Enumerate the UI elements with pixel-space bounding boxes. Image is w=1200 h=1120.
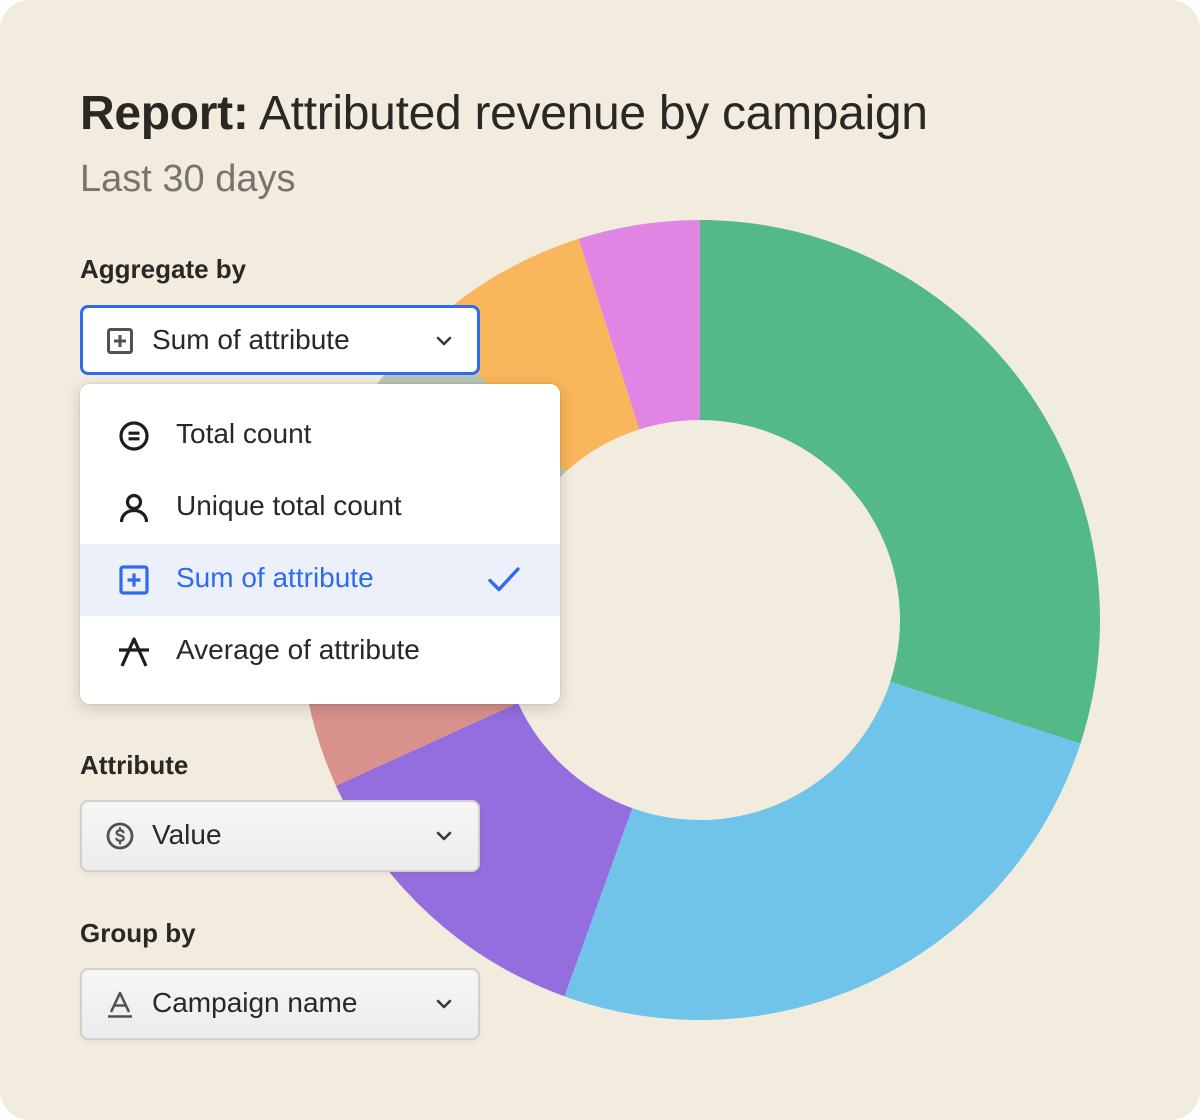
plus-square-icon: [107, 328, 133, 354]
aggregate-label: Aggregate by: [80, 254, 247, 284]
text-a-icon: [108, 991, 132, 1018]
chevron-down-icon: [436, 336, 452, 346]
option-label: Sum of attribute: [176, 562, 374, 593]
checkmark-icon: [488, 567, 520, 592]
title-prefix: Report:: [80, 87, 249, 140]
option-average-of-attribute[interactable]: Average of attribute: [80, 616, 560, 688]
report-card: Report: Attributed revenue by campaign L…: [0, 0, 1200, 1120]
option-total-count[interactable]: Total count: [80, 400, 560, 472]
chevron-down-icon: [436, 999, 452, 1009]
option-label: Total count: [176, 418, 312, 449]
aggregate-select[interactable]: Sum of attribute: [80, 305, 480, 375]
donut-slice-1: [700, 220, 1100, 744]
aggregate-select-value: Sum of attribute: [152, 324, 350, 355]
equals-circle-icon: [119, 421, 149, 451]
group-by-select[interactable]: Campaign name: [80, 968, 480, 1040]
option-unique-total-count[interactable]: Unique total count: [80, 472, 560, 544]
page-title: Report: Attributed revenue by campaign: [80, 86, 928, 141]
donut-slice-2: [564, 681, 1081, 1020]
plus-square-icon: [119, 565, 149, 595]
option-label: Average of attribute: [176, 634, 420, 665]
date-range-subtitle: Last 30 days: [80, 158, 296, 200]
attribute-select-value: Value: [152, 819, 222, 850]
attribute-label: Attribute: [80, 750, 189, 780]
option-label: Unique total count: [176, 490, 402, 521]
group-by-label: Group by: [80, 918, 196, 948]
chevron-down-icon: [436, 831, 452, 841]
group-by-select-value: Campaign name: [152, 987, 358, 1018]
average-icon: [119, 637, 149, 667]
attribute-select[interactable]: Value: [80, 800, 480, 872]
option-sum-of-attribute[interactable]: Sum of attribute: [80, 544, 560, 616]
title-text: Attributed revenue by campaign: [248, 87, 928, 140]
dollar-circle-icon: [106, 822, 134, 850]
person-icon: [119, 493, 149, 523]
aggregate-dropdown-menu: Total count Unique total count Sum of at…: [80, 384, 560, 704]
